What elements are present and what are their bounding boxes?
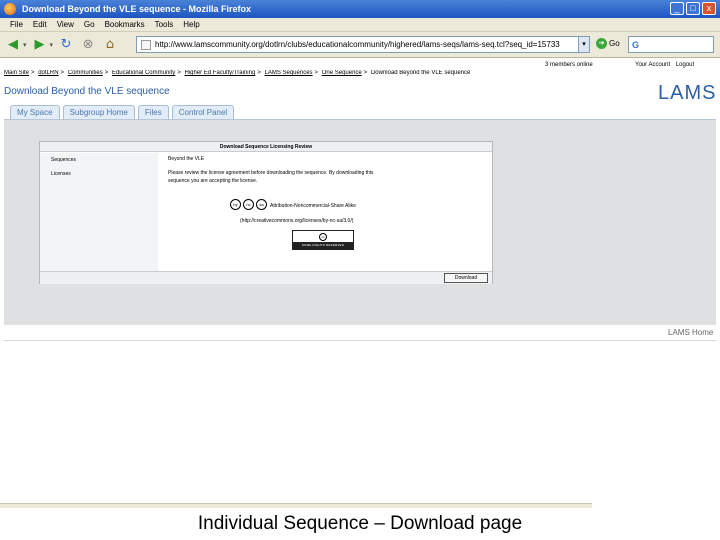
breadcrumb-higher-ed[interactable]: Higher Ed Faculty/Training <box>185 70 256 76</box>
page-icon <box>141 39 151 50</box>
window-controls: _ □ x <box>670 2 716 15</box>
slide-caption: Individual Sequence – Download page <box>197 513 523 534</box>
menu-view[interactable]: View <box>57 20 74 29</box>
navigation-toolbar: ◀ ▾ ▶ ▾ ↻ ⊗ ⌂ http://www.lamscommunity.o… <box>0 32 720 58</box>
lams-home-link[interactable]: LAMS Home <box>668 328 713 337</box>
tab-bar: My Space Subgroup Home Files Control Pan… <box>10 105 235 119</box>
go-label: Go <box>609 39 620 48</box>
menu-bookmarks[interactable]: Bookmarks <box>105 20 145 29</box>
license-text-line-2: sequence you are accepting the license. <box>168 178 258 184</box>
account-links: Your Account Logout <box>635 62 698 68</box>
breadcrumb-dotlrn[interactable]: dotLRN <box>38 70 58 76</box>
breadcrumb-current: Download Beyond the VLE sequence <box>370 70 471 76</box>
license-name: Attribution-Noncommercial-Share Alike <box>270 203 356 209</box>
address-bar[interactable]: http://www.lamscommunity.org/dotlrn/club… <box>136 36 590 53</box>
tab-my-space[interactable]: My Space <box>10 105 60 119</box>
lams-logo: LAMS <box>658 82 717 104</box>
your-account-link[interactable]: Your Account <box>635 62 670 68</box>
cc-by-icon: by <box>230 199 241 210</box>
breadcrumb-one-sequence[interactable]: One Sequence <box>322 70 362 76</box>
review-footer <box>40 271 492 284</box>
cc-nc-icon: nc <box>243 199 254 210</box>
license-url-link[interactable]: (http://creativecommons.org/licenses/by-… <box>240 218 353 224</box>
search-input[interactable]: G <box>628 36 714 53</box>
logout-link[interactable]: Logout <box>676 62 694 68</box>
cc-some-rights-reserved-badge[interactable]: cc SOME RIGHTS RESERVED <box>292 230 354 250</box>
cc-sa-icon: sa <box>256 199 267 210</box>
window-titlebar: Download Beyond the VLE sequence - Mozil… <box>0 0 720 18</box>
forward-dropdown-icon[interactable]: ▾ <box>50 41 54 49</box>
status-bar <box>0 503 592 508</box>
back-dropdown-icon[interactable]: ▾ <box>23 41 27 49</box>
search-engine-icon: G <box>632 39 640 50</box>
forward-arrow-icon[interactable]: ▶ <box>31 36 49 54</box>
cc-license-icons: by nc sa <box>230 199 267 210</box>
page-content: 3 members online Your Account Logout Mai… <box>0 58 720 508</box>
cc-badge-text: SOME RIGHTS RESERVED <box>293 242 353 249</box>
cc-badge-top: cc <box>293 231 353 242</box>
minimize-button[interactable]: _ <box>670 2 684 15</box>
window-title: Download Beyond the VLE sequence - Mozil… <box>22 4 252 14</box>
menu-edit[interactable]: Edit <box>33 20 47 29</box>
tab-files[interactable]: Files <box>137 105 169 119</box>
reload-icon[interactable]: ↻ <box>57 36 75 54</box>
url-dropdown-icon[interactable]: ▾ <box>578 36 590 53</box>
content-panel: Download Sequence Licensing Review Seque… <box>4 119 716 325</box>
breadcrumb-main-site[interactable]: Main Site <box>4 70 29 76</box>
menu-tools[interactable]: Tools <box>155 20 174 29</box>
firefox-icon <box>4 3 16 15</box>
licensing-review-panel: Download Sequence Licensing Review Seque… <box>39 141 493 284</box>
url-text: http://www.lamscommunity.org/dotlrn/club… <box>155 40 560 49</box>
license-text-line-1: Please review the license agreement befo… <box>168 170 374 176</box>
menu-help[interactable]: Help <box>183 20 199 29</box>
breadcrumb-educational-community[interactable]: Educational Community <box>112 70 175 76</box>
sequence-label: Sequences <box>51 157 77 163</box>
tab-subgroup-home[interactable]: Subgroup Home <box>62 105 135 119</box>
breadcrumb-lams-sequences[interactable]: LAMS Sequences <box>265 70 313 76</box>
cc-logo-icon: cc <box>319 232 327 241</box>
menu-file[interactable]: File <box>10 20 23 29</box>
page-title: Download Beyond the VLE sequence <box>4 86 170 97</box>
go-arrow-icon: ➜ <box>596 38 607 49</box>
sequence-value: Beyond the VLE <box>168 156 205 162</box>
breadcrumb: Main Site > dotLRN > Communities > Educatio… <box>4 70 471 76</box>
tab-control-panel[interactable]: Control Panel <box>171 105 235 119</box>
divider <box>4 340 716 341</box>
maximize-button[interactable]: □ <box>686 2 700 15</box>
members-online: 3 members online <box>545 62 593 68</box>
menu-bar: File Edit View Go Bookmarks Tools Help <box>0 18 720 32</box>
go-button[interactable]: ➜ Go <box>596 38 620 49</box>
close-button[interactable]: x <box>702 2 716 15</box>
license-label: Licenses <box>51 171 71 177</box>
menu-go[interactable]: Go <box>84 20 95 29</box>
review-title: Download Sequence Licensing Review <box>40 142 492 152</box>
home-icon[interactable]: ⌂ <box>101 36 119 54</box>
breadcrumb-communities[interactable]: Communities <box>68 70 103 76</box>
back-arrow-icon[interactable]: ◀ <box>4 36 22 54</box>
stop-icon[interactable]: ⊗ <box>79 36 97 54</box>
download-button[interactable]: Download <box>444 273 488 283</box>
